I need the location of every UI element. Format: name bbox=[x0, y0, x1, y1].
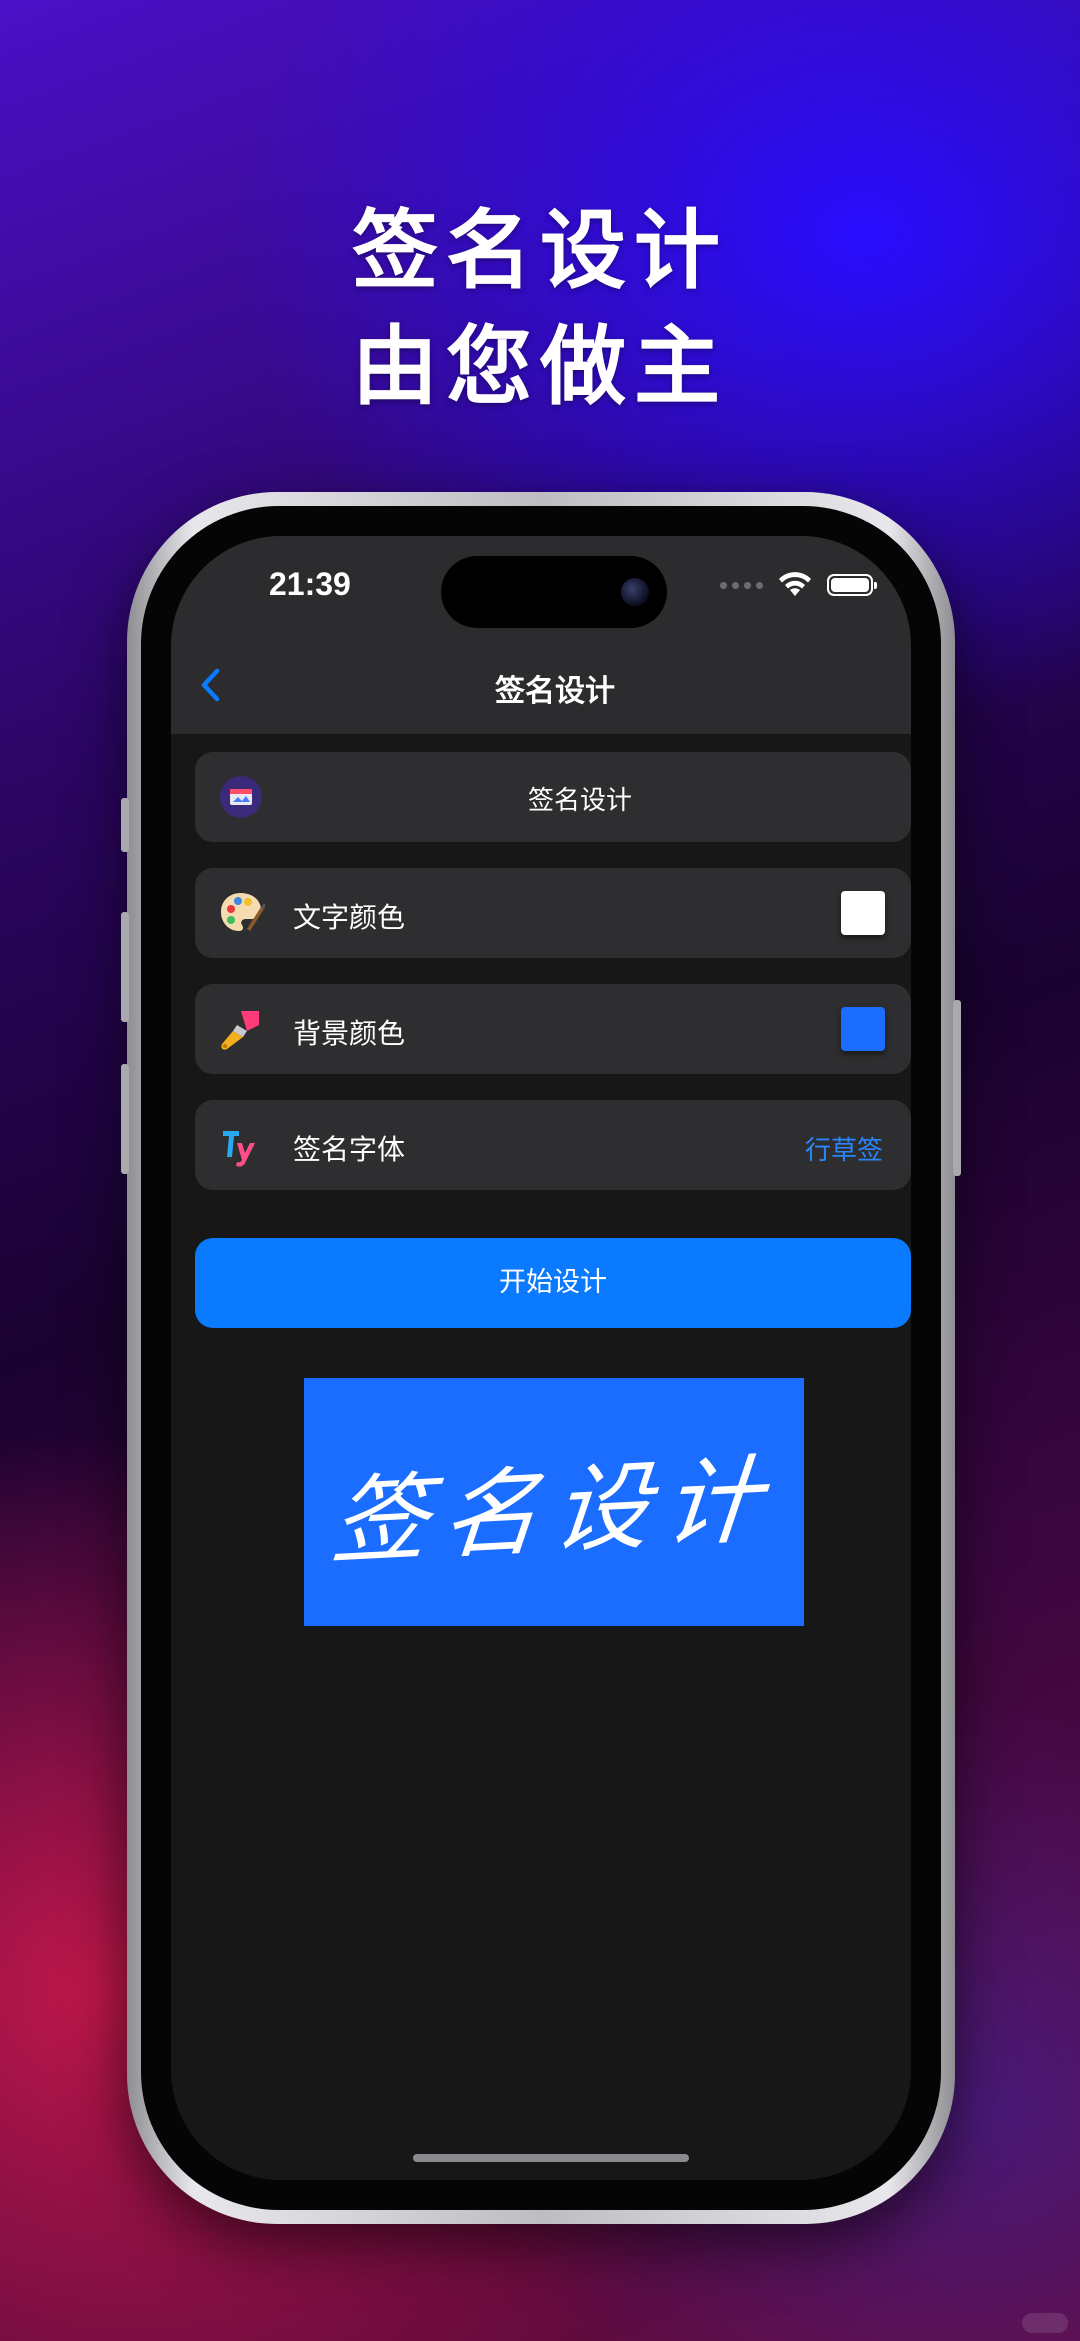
background-color-row[interactable]: 背景颜色 bbox=[195, 984, 911, 1074]
power-button bbox=[953, 1000, 961, 1176]
signature-text-input[interactable]: 签名设计 bbox=[195, 752, 911, 842]
start-design-button[interactable]: 开始设计 bbox=[195, 1238, 911, 1328]
promo-headline-line1: 签名设计 bbox=[352, 200, 728, 301]
background-color-swatch[interactable] bbox=[841, 1007, 885, 1051]
navigation-bar: 签名设计 bbox=[171, 636, 911, 734]
volume-down-button bbox=[121, 1064, 129, 1174]
promo-headline-line2: 由您做主 bbox=[352, 316, 728, 417]
phone-bezel: 21:39 签名设计 签名设计 文字颜色 背景颜色 签名字体 行草签 开始设计 … bbox=[141, 506, 941, 2210]
cellular-icon bbox=[720, 581, 763, 589]
app-screen: 21:39 签名设计 签名设计 文字颜色 背景颜色 签名字体 行草签 开始设计 … bbox=[171, 536, 911, 2180]
font-icon bbox=[217, 1121, 265, 1169]
action-button bbox=[121, 798, 129, 852]
signature-font-label: 签名字体 bbox=[293, 1133, 406, 1166]
background-color-label: 背景颜色 bbox=[293, 1017, 406, 1050]
page-title: 签名设计 bbox=[495, 674, 615, 709]
signature-font-value[interactable]: 行草签 bbox=[805, 1130, 883, 1167]
signature-font-row[interactable]: 签名字体 行草签 bbox=[195, 1100, 911, 1190]
dynamic-island bbox=[441, 556, 667, 628]
text-color-swatch[interactable] bbox=[841, 891, 885, 935]
signature-preview: 签名设计 bbox=[304, 1378, 804, 1626]
home-indicator[interactable] bbox=[413, 2154, 689, 2162]
wifi-icon bbox=[779, 572, 811, 596]
phone-mockup: 21:39 签名设计 签名设计 文字颜色 背景颜色 签名字体 行草签 开始设计 … bbox=[121, 492, 961, 2224]
battery-icon bbox=[827, 574, 877, 596]
watermark-badge bbox=[1022, 2313, 1068, 2333]
text-color-row[interactable]: 文字颜色 bbox=[195, 868, 911, 958]
camera-icon bbox=[621, 578, 649, 606]
signature-text-value: 签名设计 bbox=[527, 786, 632, 816]
volume-up-button bbox=[121, 912, 129, 1022]
status-icons bbox=[720, 572, 877, 598]
paint-brush-icon bbox=[217, 1005, 265, 1053]
text-color-label: 文字颜色 bbox=[293, 901, 406, 934]
status-time: 21:39 bbox=[269, 566, 351, 602]
palette-icon bbox=[217, 889, 265, 937]
signature-preview-text: 签名设计 bbox=[327, 1443, 780, 1578]
